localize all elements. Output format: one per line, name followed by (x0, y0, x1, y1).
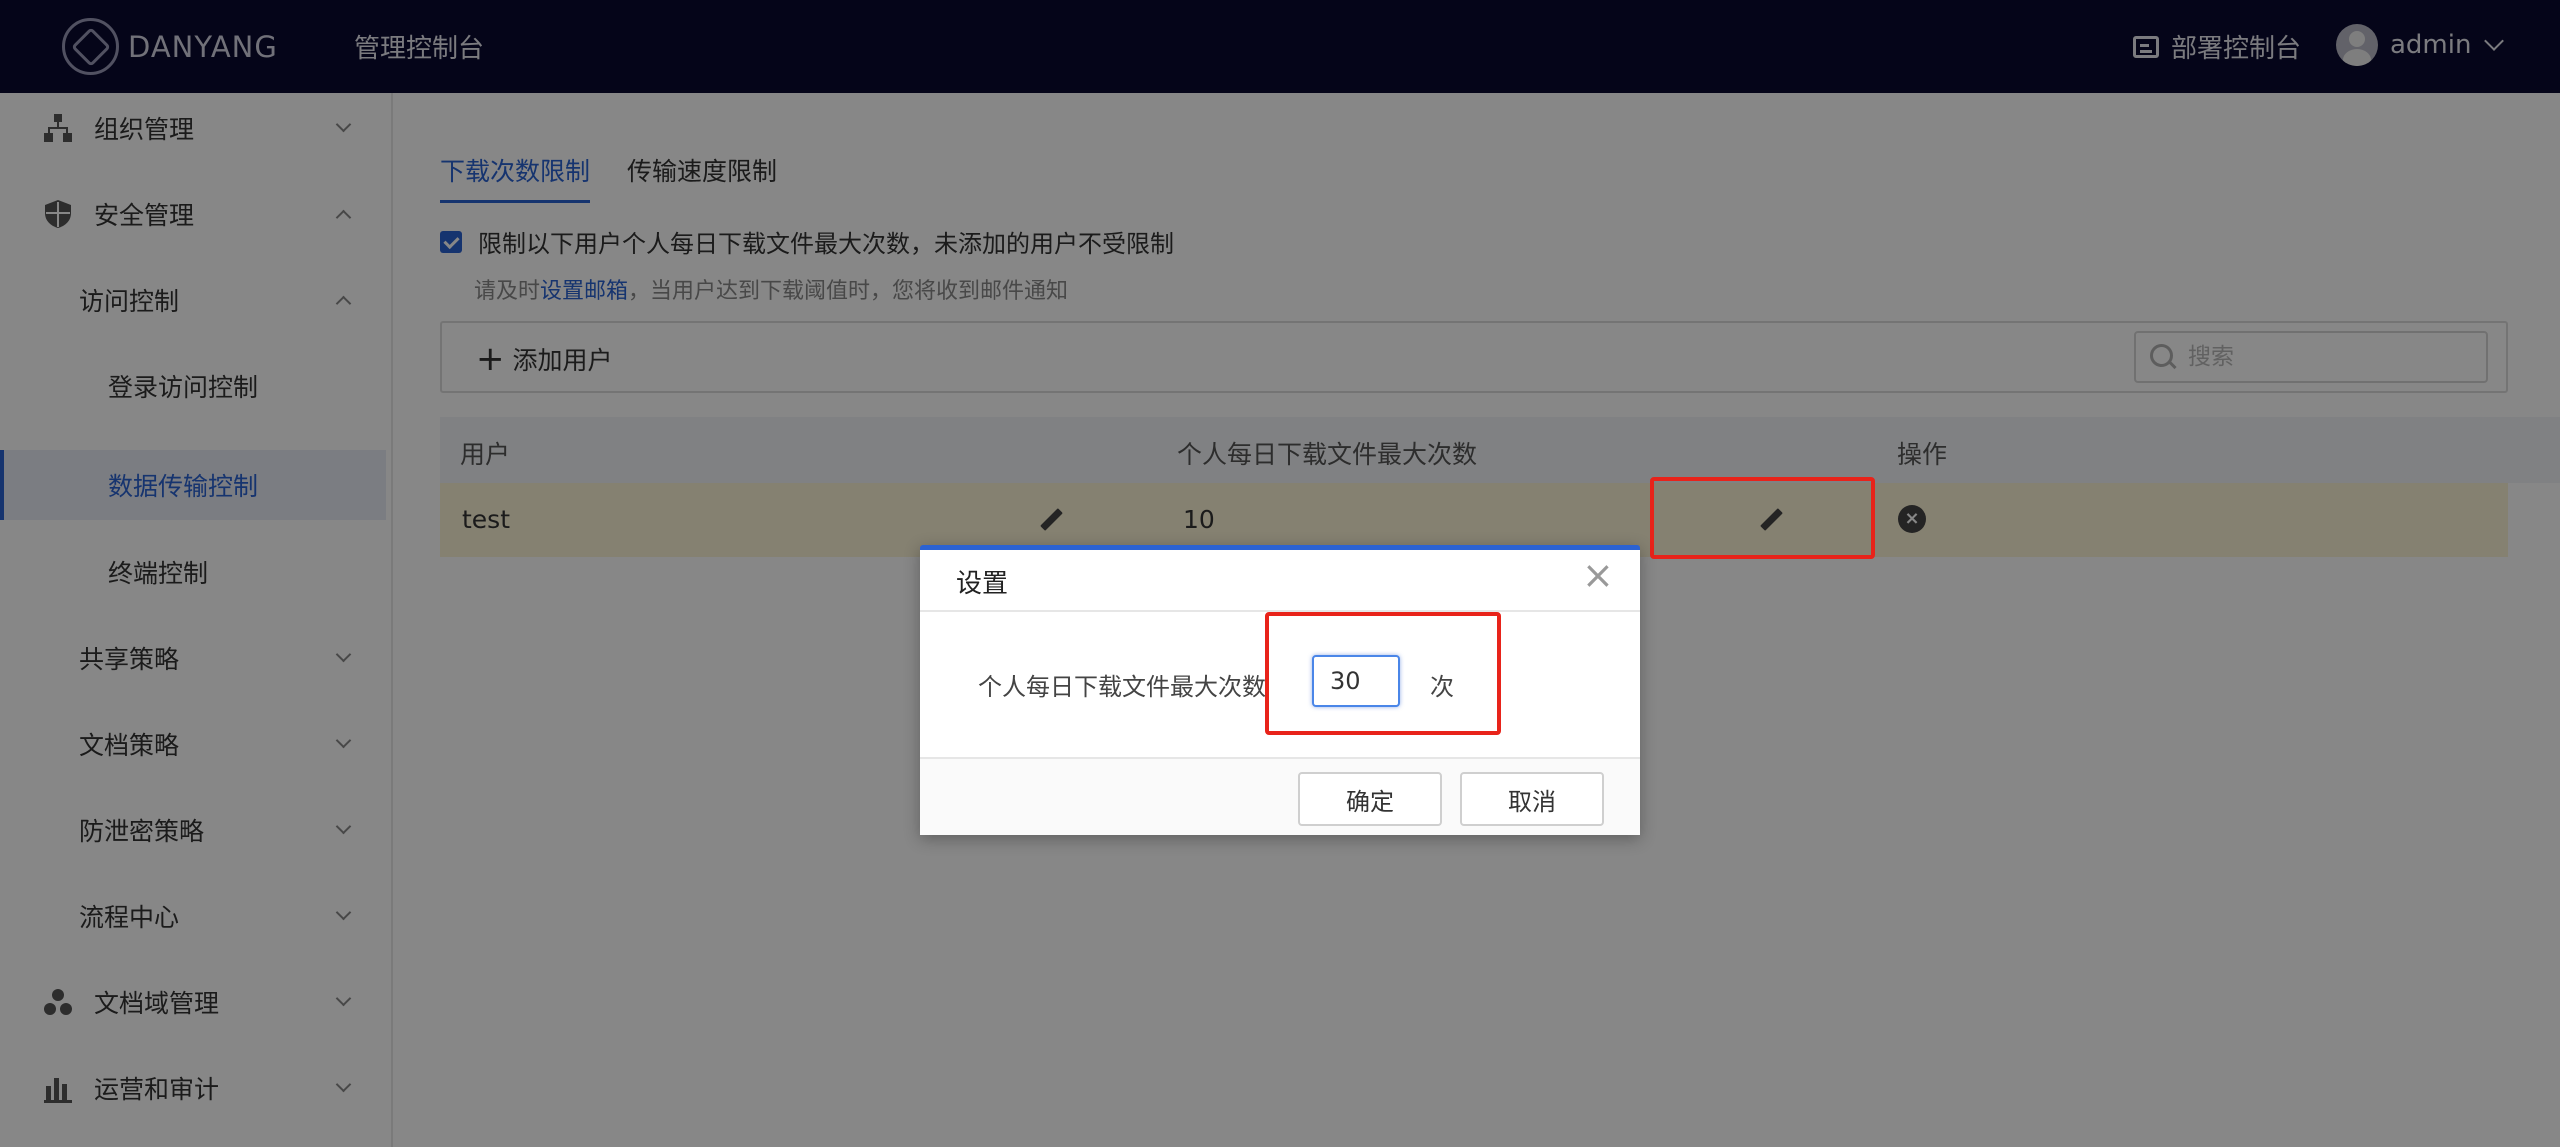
highlight-box-edit (1650, 477, 1875, 559)
dialog-header: 设置 × (920, 550, 1640, 612)
close-icon[interactable]: × (1582, 556, 1614, 594)
field-label: 个人每日下载文件最大次数 (978, 673, 1266, 701)
highlight-box-input (1265, 612, 1501, 735)
confirm-button[interactable]: 确定 (1298, 772, 1442, 826)
dialog-footer: 确定 取消 (920, 757, 1640, 835)
dialog-title: 设置 (956, 569, 1009, 599)
cancel-button[interactable]: 取消 (1460, 772, 1604, 826)
